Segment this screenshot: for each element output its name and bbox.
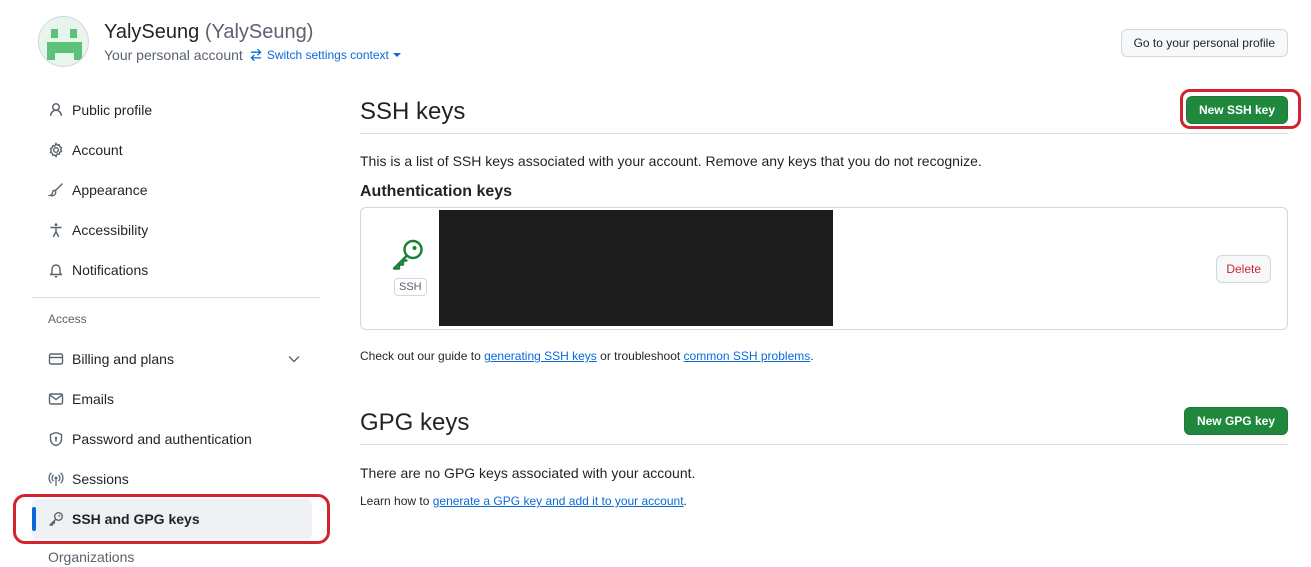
gpg-learn-text: Learn how to generate a GPG key and add … bbox=[360, 494, 1288, 508]
person-icon bbox=[48, 102, 64, 118]
arrow-switch-icon bbox=[250, 48, 262, 62]
new-gpg-key-button[interactable]: New GPG key bbox=[1183, 407, 1288, 435]
main-content: SSH keys New SSH key This is a list of S… bbox=[360, 89, 1301, 508]
guide-suffix: . bbox=[810, 349, 814, 363]
common-ssh-problems-link[interactable]: common SSH problems bbox=[684, 349, 811, 363]
sidebar-item-emails[interactable]: Emails bbox=[32, 379, 320, 419]
ssh-type-badge: SSH bbox=[394, 278, 427, 296]
learn-suffix: . bbox=[683, 494, 687, 508]
key-icon bbox=[392, 239, 423, 270]
sidebar-item-label: Password and authentication bbox=[72, 431, 252, 447]
key-icon bbox=[48, 511, 64, 527]
sidebar-item-label: Accessibility bbox=[72, 222, 149, 238]
sidebar-item-label: Emails bbox=[72, 391, 115, 407]
sidebar-item-account[interactable]: Account bbox=[32, 130, 320, 170]
sidebar-item-sessions[interactable]: Sessions bbox=[32, 459, 320, 499]
guide-prefix: Check out our guide to bbox=[360, 349, 485, 363]
gpg-empty-note: There are no GPG keys associated with yo… bbox=[360, 465, 696, 481]
sidebar-item-password[interactable]: Password and authentication bbox=[32, 419, 320, 459]
sidebar-item-accessibility[interactable]: Accessibility bbox=[32, 210, 320, 250]
settings-sidebar: Public profile Account Appearance Access… bbox=[32, 90, 320, 539]
gpg-keys-section: GPG keys New GPG key There are no GPG ke… bbox=[360, 401, 1288, 508]
mail-icon bbox=[48, 391, 64, 407]
switch-context-label: Switch settings context bbox=[266, 48, 389, 62]
sidebar-item-label: Appearance bbox=[72, 182, 148, 198]
generating-ssh-keys-link[interactable]: generating SSH keys bbox=[484, 349, 597, 363]
guide-middle: or troubleshoot bbox=[596, 349, 684, 363]
learn-prefix: Learn how to bbox=[360, 494, 433, 508]
switch-context-link[interactable]: Switch settings context bbox=[249, 48, 401, 62]
sidebar-item-notifications[interactable]: Notifications bbox=[32, 250, 320, 290]
sidebar-item-label: Billing and plans bbox=[72, 351, 174, 367]
sidebar-item-label: Public profile bbox=[72, 102, 153, 118]
generate-gpg-key-link[interactable]: generate a GPG key and add it to your ac… bbox=[433, 494, 684, 508]
ssh-keys-heading: SSH keys bbox=[360, 98, 466, 125]
paintbrush-icon bbox=[48, 182, 64, 198]
delete-key-button[interactable]: Delete bbox=[1216, 255, 1271, 283]
sidebar-item-organizations[interactable]: Organizations bbox=[48, 549, 134, 565]
ssh-guide-text: Check out our guide to generating SSH ke… bbox=[360, 349, 1288, 363]
accessibility-icon bbox=[48, 222, 64, 238]
broadcast-icon bbox=[48, 471, 64, 487]
sidebar-divider bbox=[32, 297, 320, 298]
sidebar-item-public-profile[interactable]: Public profile bbox=[32, 90, 320, 130]
bell-icon bbox=[48, 262, 64, 278]
sidebar-item-label: SSH and GPG keys bbox=[72, 511, 200, 527]
settings-header: YalySeung (YalySeung) Your personal acco… bbox=[38, 16, 1288, 68]
credit-card-icon bbox=[48, 351, 64, 367]
ssh-keys-section: SSH keys New SSH key This is a list of S… bbox=[360, 89, 1301, 363]
authentication-keys-heading: Authentication keys bbox=[360, 183, 513, 200]
user-handle: (YalySeung) bbox=[204, 21, 314, 43]
chevron-down-icon[interactable] bbox=[286, 351, 302, 367]
ssh-description: This is a list of SSH keys associated wi… bbox=[360, 153, 982, 169]
avatar[interactable] bbox=[38, 16, 89, 67]
sidebar-item-label: Notifications bbox=[72, 262, 149, 278]
sidebar-item-label: Sessions bbox=[72, 471, 129, 487]
sidebar-item-ssh-gpg-keys[interactable]: SSH and GPG keys bbox=[32, 499, 312, 539]
new-ssh-key-button[interactable]: New SSH key bbox=[1185, 96, 1288, 124]
go-to-profile-button[interactable]: Go to your personal profile bbox=[1120, 29, 1288, 57]
sidebar-item-billing[interactable]: Billing and plans bbox=[32, 339, 320, 379]
account-type-label: Your personal account bbox=[104, 47, 243, 63]
sidebar-item-label: Account bbox=[72, 142, 123, 158]
redacted-key-details bbox=[439, 210, 833, 326]
gpg-keys-heading: GPG keys bbox=[360, 409, 470, 436]
user-name: YalySeung (YalySeung) bbox=[104, 21, 313, 44]
caret-down-icon bbox=[392, 53, 401, 57]
ssh-key-item: SSH Delete bbox=[360, 207, 1288, 330]
user-display-name: YalySeung bbox=[104, 21, 200, 43]
sidebar-section-access: Access bbox=[48, 312, 87, 326]
shield-icon bbox=[48, 431, 64, 447]
sidebar-item-appearance[interactable]: Appearance bbox=[32, 170, 320, 210]
gear-icon bbox=[48, 142, 64, 158]
